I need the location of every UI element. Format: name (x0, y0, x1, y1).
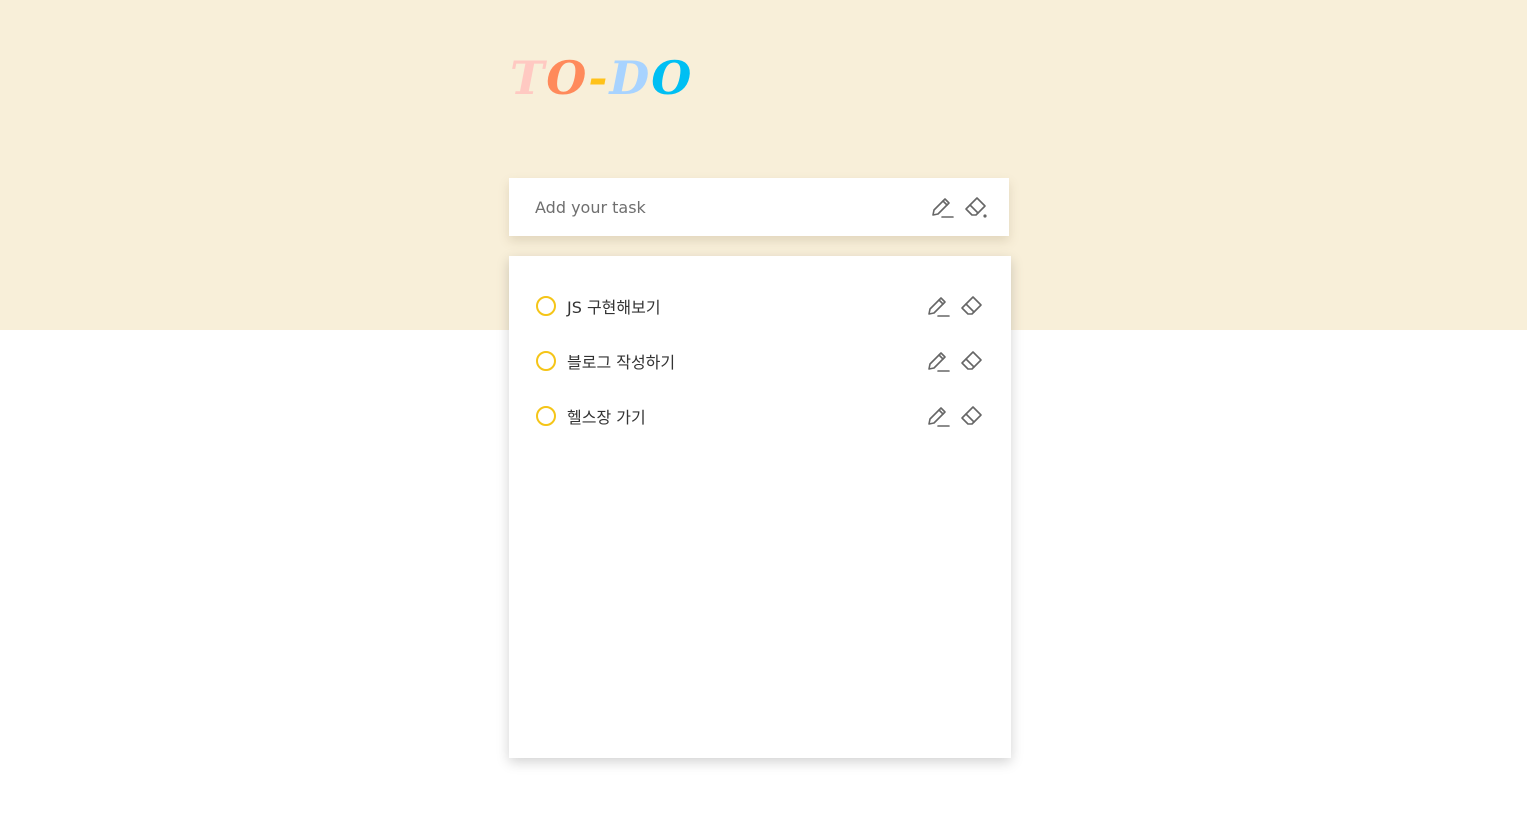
task-list-card: JS 구현해보기 블로그 작성하기 헬스장 가기 (509, 256, 1011, 758)
edit-task-button[interactable] (925, 293, 951, 319)
task-text: 블로그 작성하기 (567, 352, 676, 372)
task-input-card (509, 178, 1009, 236)
logo-letter: D (609, 51, 652, 105)
pencil-icon (925, 403, 951, 429)
logo-letter: O (546, 51, 589, 105)
eraser-icon (959, 348, 985, 374)
pencil-icon (925, 348, 951, 374)
logo-letter: - (588, 51, 610, 105)
edit-task-button[interactable] (925, 403, 951, 429)
task-text: 헬스장 가기 (567, 407, 646, 427)
todo-logo: T O - D O (510, 52, 693, 104)
pencil-icon (925, 293, 951, 319)
task-list: JS 구현해보기 블로그 작성하기 헬스장 가기 (509, 278, 1011, 443)
eraser-icon (959, 403, 985, 429)
eraser-icon (963, 194, 989, 220)
task-checkbox[interactable] (536, 295, 556, 316)
task-item: 블로그 작성하기 (509, 333, 1011, 388)
task-item: 헬스장 가기 (509, 388, 1011, 443)
edit-task-button[interactable] (925, 348, 951, 374)
clear-input-button[interactable] (963, 194, 989, 220)
task-input[interactable] (535, 187, 921, 227)
delete-task-button[interactable] (959, 348, 985, 374)
delete-task-button[interactable] (959, 403, 985, 429)
task-item: JS 구현해보기 (509, 278, 1011, 333)
pencil-icon (929, 194, 955, 220)
task-checkbox[interactable] (536, 405, 556, 426)
logo-letter: T (510, 51, 547, 105)
logo-letter: O (651, 51, 694, 105)
eraser-icon (959, 293, 985, 319)
delete-task-button[interactable] (959, 293, 985, 319)
task-text: JS 구현해보기 (567, 297, 661, 317)
add-task-button[interactable] (929, 194, 955, 220)
task-checkbox[interactable] (536, 350, 556, 371)
todo-app: T O - D O Add your task JS 구현해보기 블로그 작성하… (0, 0, 1527, 830)
